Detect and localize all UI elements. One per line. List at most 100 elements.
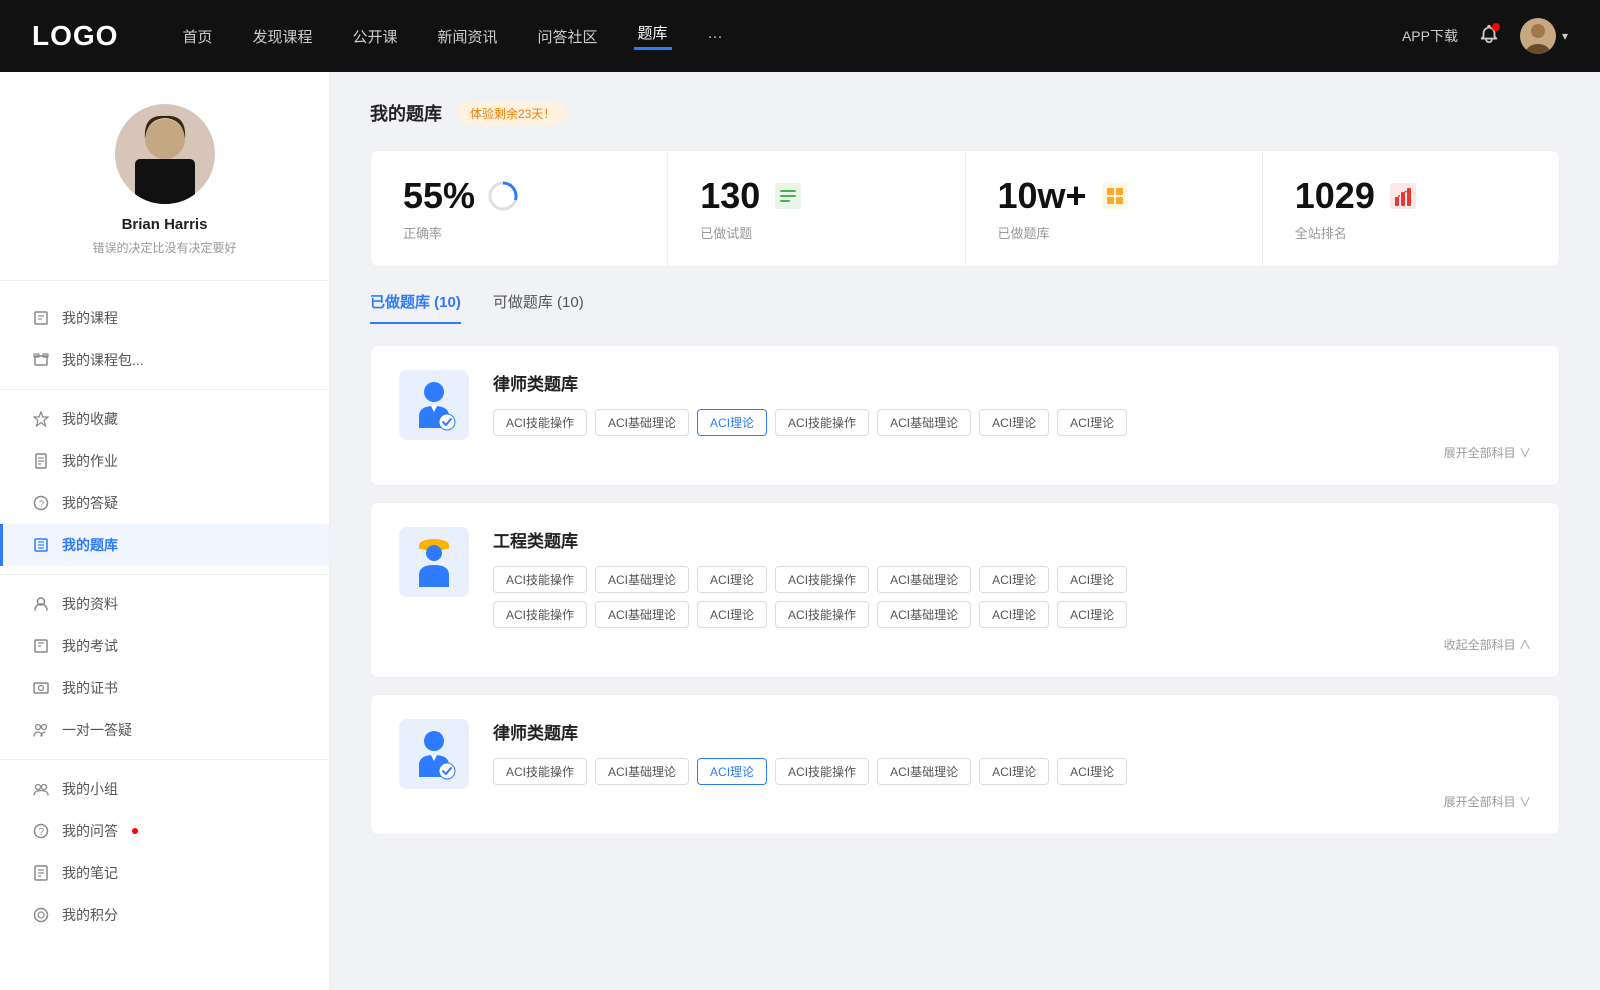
sidebar-label-exam: 我的考试 xyxy=(62,636,118,656)
pie-chart-icon xyxy=(487,180,519,212)
tag-2-12[interactable]: ACI基础理论 xyxy=(877,601,971,628)
sidebar-item-favorites[interactable]: 我的收藏 xyxy=(0,398,329,440)
tag-2-10[interactable]: ACI理论 xyxy=(697,601,767,628)
sidebar-item-answer[interactable]: ? 我的答疑 xyxy=(0,482,329,524)
expand-link-1[interactable]: 展开全部科目 ∨ xyxy=(493,444,1531,461)
nav-more[interactable]: ··· xyxy=(704,28,727,45)
profile-motto: 错误的决定比没有决定要好 xyxy=(24,239,305,256)
tags-row-3: ACI技能操作 ACI基础理论 ACI理论 ACI技能操作 ACI基础理论 AC… xyxy=(493,758,1531,785)
sidebar-label-qbank: 我的题库 xyxy=(62,535,118,555)
tab-available-banks[interactable]: 可做题库 (10) xyxy=(493,291,584,324)
qbank-content-2: 工程类题库 ACI技能操作 ACI基础理论 ACI理论 ACI技能操作 ACI基… xyxy=(493,527,1531,653)
tag-2-7[interactable]: ACI理论 xyxy=(1057,566,1127,593)
tag-2-1[interactable]: ACI技能操作 xyxy=(493,566,587,593)
tag-2-4[interactable]: ACI技能操作 xyxy=(775,566,869,593)
stat-accuracy-top: 55% xyxy=(403,175,635,217)
nav-discover[interactable]: 发现课程 xyxy=(248,26,316,47)
tag-2-8[interactable]: ACI技能操作 xyxy=(493,601,587,628)
nav-open-course[interactable]: 公开课 xyxy=(348,26,401,47)
stat-done-questions: 130 已做试题 xyxy=(668,151,965,266)
sidebar-item-profile-data[interactable]: 我的资料 xyxy=(0,583,329,625)
sidebar-item-notes[interactable]: 我的笔记 xyxy=(0,852,329,894)
notification-bell[interactable] xyxy=(1478,23,1500,50)
qa-icon: ? xyxy=(32,494,50,512)
sidebar-item-myqa[interactable]: ? 我的问答 xyxy=(0,810,329,852)
oneone-icon xyxy=(32,721,50,739)
qbank-content-3: 律师类题库 ACI技能操作 ACI基础理论 ACI理论 ACI技能操作 ACI基… xyxy=(493,719,1531,810)
sidebar-item-qbank[interactable]: 我的题库 xyxy=(0,524,329,566)
sidebar-item-exam[interactable]: 我的考试 xyxy=(0,625,329,667)
stat-done-label: 已做试题 xyxy=(700,223,932,242)
notes-icon xyxy=(32,864,50,882)
tag-2-2[interactable]: ACI基础理论 xyxy=(595,566,689,593)
tag-3-3[interactable]: ACI理论 xyxy=(697,758,767,785)
nav-qa[interactable]: 问答社区 xyxy=(534,26,602,47)
tag-1-2[interactable]: ACI基础理论 xyxy=(595,409,689,436)
tag-1-7[interactable]: ACI理论 xyxy=(1057,409,1127,436)
main-layout: Brian Harris 错误的决定比没有决定要好 我的课程 我的课程包... xyxy=(0,72,1600,990)
stat-accuracy: 55% 正确率 xyxy=(371,151,668,266)
cert-icon xyxy=(32,679,50,697)
tag-1-1[interactable]: ACI技能操作 xyxy=(493,409,587,436)
sidebar-item-oneone[interactable]: 一对一答疑 xyxy=(0,709,329,751)
tag-2-5[interactable]: ACI基础理论 xyxy=(877,566,971,593)
sidebar-label-notes: 我的笔记 xyxy=(62,863,118,883)
nav-news[interactable]: 新闻资讯 xyxy=(434,26,502,47)
sidebar-label-points: 我的积分 xyxy=(62,905,118,925)
tag-2-13[interactable]: ACI理论 xyxy=(979,601,1049,628)
svg-text:?: ? xyxy=(39,827,45,838)
sidebar-label-package: 我的课程包... xyxy=(62,350,144,370)
sidebar-item-points[interactable]: 我的积分 xyxy=(0,894,329,936)
main-content: 我的题库 体验剩余23天！ 55% 正确率 xyxy=(330,72,1600,990)
tab-done-banks[interactable]: 已做题库 (10) xyxy=(370,291,461,324)
tag-3-1[interactable]: ACI技能操作 xyxy=(493,758,587,785)
homework-icon xyxy=(32,452,50,470)
sidebar-item-homework[interactable]: 我的作业 xyxy=(0,440,329,482)
tag-3-4[interactable]: ACI技能操作 xyxy=(775,758,869,785)
tag-1-6[interactable]: ACI理论 xyxy=(979,409,1049,436)
sidebar-label-oneone: 一对一答疑 xyxy=(62,720,132,740)
collapse-link-2[interactable]: 收起全部科目 ∧ xyxy=(493,636,1531,653)
nav-qbank[interactable]: 题库 xyxy=(634,22,672,50)
sidebar-item-course[interactable]: 我的课程 xyxy=(0,297,329,339)
qbank-card-lawyer-2: 律师类题库 ACI技能操作 ACI基础理论 ACI理论 ACI技能操作 ACI基… xyxy=(370,694,1560,835)
tag-1-5[interactable]: ACI基础理论 xyxy=(877,409,971,436)
qbank-card-lawyer-1: 律师类题库 ACI技能操作 ACI基础理论 ACI理论 ACI技能操作 ACI基… xyxy=(370,345,1560,486)
sidebar-item-package[interactable]: 我的课程包... xyxy=(0,339,329,381)
course-icon xyxy=(32,309,50,327)
sidebar-label-profile: 我的资料 xyxy=(62,594,118,614)
svg-text:?: ? xyxy=(39,499,44,509)
app-download-link[interactable]: APP下载 xyxy=(1402,26,1458,46)
tag-1-4[interactable]: ACI技能操作 xyxy=(775,409,869,436)
qbank-inner-3: 律师类题库 ACI技能操作 ACI基础理论 ACI理论 ACI技能操作 ACI基… xyxy=(399,719,1531,810)
bar-chart-icon xyxy=(1387,180,1419,212)
stat-rank-number: 1029 xyxy=(1295,175,1375,217)
tag-2-9[interactable]: ACI基础理论 xyxy=(595,601,689,628)
sidebar-label-group: 我的小组 xyxy=(62,779,118,799)
tag-2-3[interactable]: ACI理论 xyxy=(697,566,767,593)
stat-rank-top: 1029 xyxy=(1295,175,1527,217)
tag-2-11[interactable]: ACI技能操作 xyxy=(775,601,869,628)
stat-accuracy-label: 正确率 xyxy=(403,223,635,242)
divider-2 xyxy=(0,574,329,575)
user-avatar xyxy=(1520,18,1556,54)
page-header: 我的题库 体验剩余23天！ xyxy=(370,100,1560,126)
sidebar-item-cert[interactable]: 我的证书 xyxy=(0,667,329,709)
tag-2-14[interactable]: ACI理论 xyxy=(1057,601,1127,628)
sidebar-item-group[interactable]: 我的小组 xyxy=(0,768,329,810)
group-icon xyxy=(32,780,50,798)
stat-done-number: 130 xyxy=(700,175,760,217)
tag-3-5[interactable]: ACI基础理论 xyxy=(877,758,971,785)
tag-3-6[interactable]: ACI理论 xyxy=(979,758,1049,785)
tag-2-6[interactable]: ACI理论 xyxy=(979,566,1049,593)
tag-1-3[interactable]: ACI理论 xyxy=(697,409,767,436)
stat-banks-top: 10w+ xyxy=(998,175,1230,217)
tag-3-2[interactable]: ACI基础理论 xyxy=(595,758,689,785)
tag-3-7[interactable]: ACI理论 xyxy=(1057,758,1127,785)
expand-link-3[interactable]: 展开全部科目 ∨ xyxy=(493,793,1531,810)
user-avatar-menu[interactable]: ▾ xyxy=(1520,18,1568,54)
qbank-content-1: 律师类题库 ACI技能操作 ACI基础理论 ACI理论 ACI技能操作 ACI基… xyxy=(493,370,1531,461)
tags-row-2a: ACI技能操作 ACI基础理论 ACI理论 ACI技能操作 ACI基础理论 AC… xyxy=(493,566,1531,593)
sidebar-label-favorites: 我的收藏 xyxy=(62,409,118,429)
nav-home[interactable]: 首页 xyxy=(178,26,216,47)
